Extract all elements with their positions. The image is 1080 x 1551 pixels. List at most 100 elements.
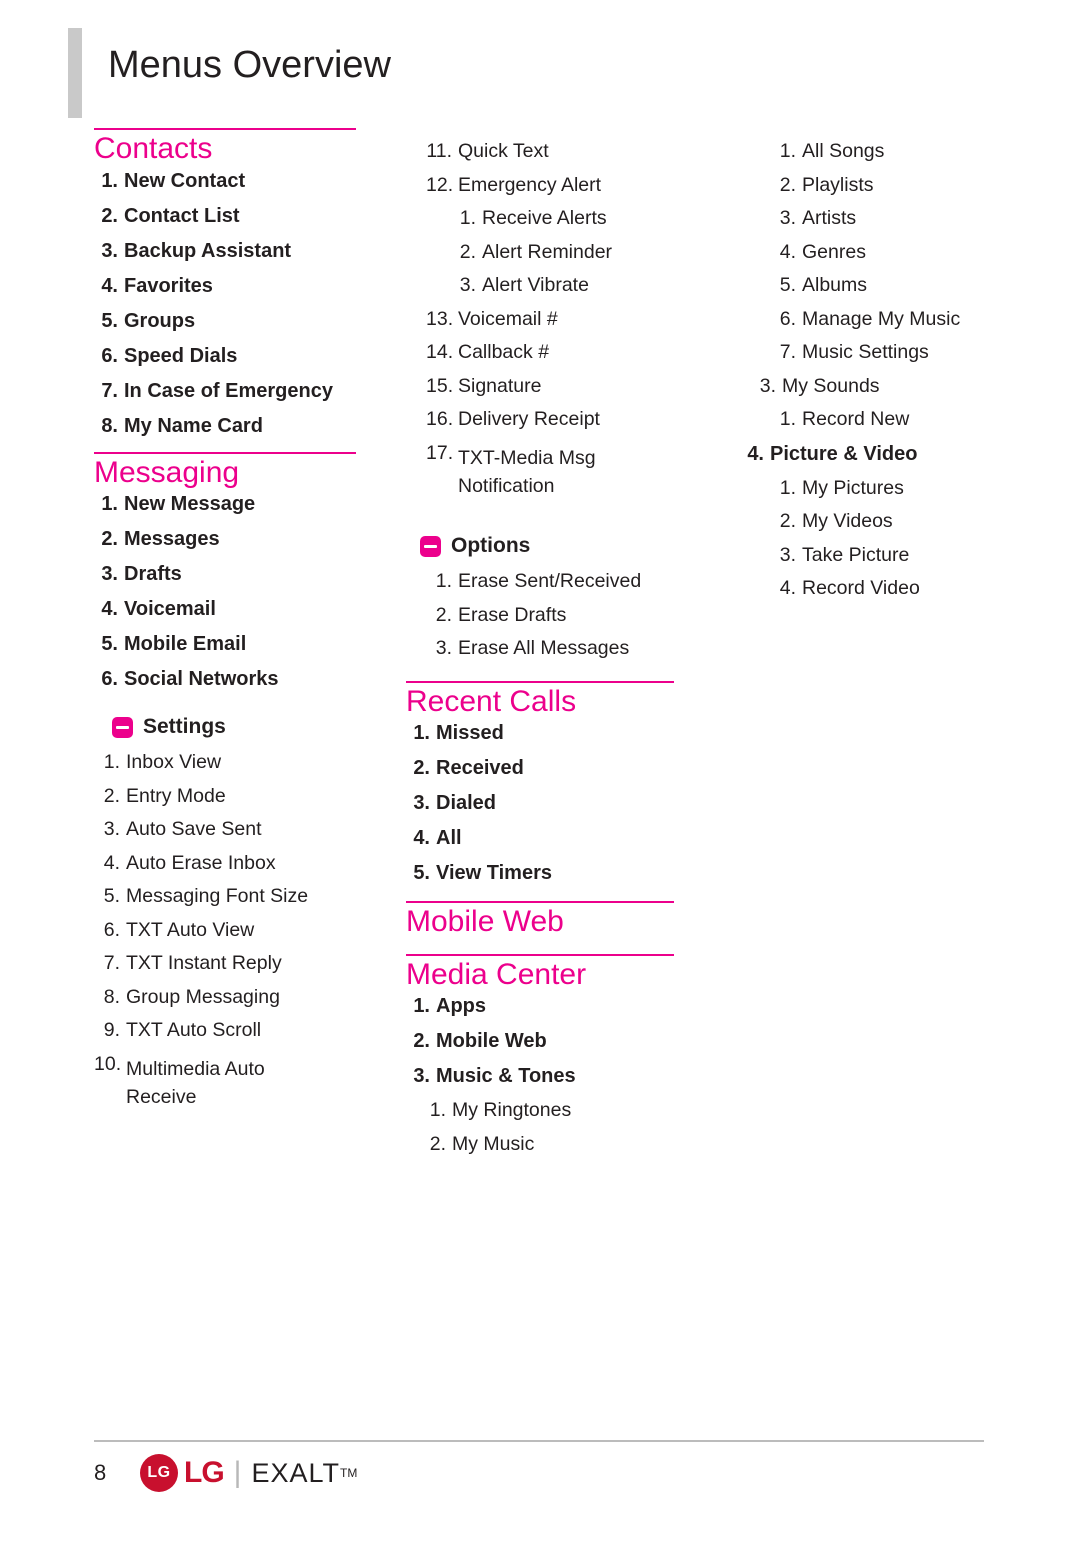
list-item[interactable]: 2. Received xyxy=(406,758,696,778)
item-number: 11. xyxy=(426,140,452,162)
list-item[interactable]: 1. Apps xyxy=(406,996,696,1016)
list-item[interactable]: 4. Record Video xyxy=(770,577,1020,599)
list-item[interactable]: 6. Speed Dials xyxy=(94,346,394,366)
item-number: 3. xyxy=(103,818,120,840)
list-item[interactable]: 3. Music & Tones xyxy=(406,1066,696,1086)
list-item[interactable]: 9. TXT Auto Scroll xyxy=(94,1020,394,1041)
title-accent-bar xyxy=(68,28,82,118)
list-item[interactable]: 5. Albums xyxy=(770,274,1020,296)
list-item[interactable]: 6. Manage My Music xyxy=(770,307,1020,330)
item-number: 4. xyxy=(779,577,796,599)
item-number: 5. xyxy=(413,862,430,885)
item-number: 1. xyxy=(779,476,796,499)
list-item[interactable]: 2. Playlists xyxy=(770,175,1020,196)
list-item[interactable]: 1. Erase Sent/Received xyxy=(426,572,696,592)
subheading-settings[interactable]: Settings xyxy=(94,715,394,739)
list-item[interactable]: 1. Missed xyxy=(406,723,696,743)
list-item[interactable]: 1. My Ringtones xyxy=(406,1101,696,1121)
list-item[interactable]: 1. Inbox View xyxy=(94,751,394,773)
item-label: New Message xyxy=(124,493,256,515)
list-item[interactable]: 4. Auto Erase Inbox xyxy=(94,853,394,874)
list-item[interactable]: 10. Multimedia Auto Receive xyxy=(94,1054,394,1112)
list-item[interactable]: 5. Mobile Email xyxy=(94,634,394,654)
item-label: Record New xyxy=(802,408,910,430)
list-item[interactable]: 2. Messages xyxy=(94,529,394,549)
list-item[interactable]: 3. Alert Vibrate xyxy=(426,274,696,296)
list-item[interactable]: 3. Take Picture xyxy=(770,545,1020,566)
list-item[interactable]: 7. Music Settings xyxy=(770,342,1020,363)
list-item[interactable]: 3. Artists xyxy=(770,208,1020,229)
item-label: Social Networks xyxy=(124,668,279,690)
list-item[interactable]: 15. Signature xyxy=(426,376,696,397)
list-item[interactable]: 17. TXT-Media Msg Notification xyxy=(426,443,696,501)
list-item[interactable]: 4. Picture & Video xyxy=(740,444,1020,464)
list-item[interactable]: 1. My Pictures xyxy=(770,476,1020,499)
item-label: In Case of Emergency xyxy=(124,379,333,402)
list-item[interactable]: 6. TXT Auto View xyxy=(94,920,394,941)
item-number: 12. xyxy=(426,173,454,196)
item-label: Entry Mode xyxy=(126,784,226,807)
item-label: Albums xyxy=(802,274,868,296)
picture-video-group: 4. Picture & Video xyxy=(740,444,1020,464)
subheading-label: Options xyxy=(451,534,531,558)
list-item[interactable]: 14. Callback # xyxy=(426,342,696,363)
list-item[interactable]: 1. Record New xyxy=(770,408,1020,430)
list-item[interactable]: 5. Messaging Font Size xyxy=(94,886,394,907)
list-item[interactable]: 4. All xyxy=(406,828,696,848)
list-item[interactable]: 12. Emergency Alert xyxy=(426,173,696,196)
item-number: 1. xyxy=(413,995,430,1018)
list-item[interactable]: 8. Group Messaging xyxy=(94,985,394,1008)
list-item[interactable]: 2. Entry Mode xyxy=(94,784,394,807)
list-item[interactable]: 7. TXT Instant Reply xyxy=(94,953,394,974)
list-item[interactable]: 2. My Videos xyxy=(770,511,1020,532)
item-label: Auto Save Sent xyxy=(126,818,262,840)
item-label: Drafts xyxy=(124,563,182,585)
list-item[interactable]: 3. Dialed xyxy=(406,793,696,813)
item-label: Apps xyxy=(436,995,486,1018)
list-item[interactable]: 1. New Message xyxy=(94,494,394,514)
section-heading-contacts: Contacts xyxy=(94,132,213,165)
list-item[interactable]: 2. Alert Reminder xyxy=(426,242,696,263)
list-item[interactable]: 6. Social Networks xyxy=(94,669,394,689)
item-label: Alert Vibrate xyxy=(482,274,589,296)
item-label: Received xyxy=(436,757,524,780)
item-number: 2. xyxy=(101,204,118,227)
item-number: 1. xyxy=(779,140,796,162)
item-label: Manage My Music xyxy=(802,307,961,330)
section-heading-messaging: Messaging xyxy=(94,455,240,489)
list-item[interactable]: 8. My Name Card xyxy=(94,416,394,436)
item-label: Erase Sent/Received xyxy=(458,570,642,593)
subheading-options[interactable]: Options xyxy=(406,534,696,558)
list-item[interactable]: 2. Contact List xyxy=(94,206,394,226)
list-item[interactable]: 11. Quick Text xyxy=(426,140,696,162)
list-item[interactable]: 13. Voicemail # xyxy=(426,309,696,330)
item-label: Inbox View xyxy=(126,751,222,773)
list-item[interactable]: 4. Genres xyxy=(770,242,1020,263)
list-item[interactable]: 2. Erase Drafts xyxy=(426,605,696,626)
list-item[interactable]: 7. In Case of Emergency xyxy=(94,381,394,401)
list-item[interactable]: 2. Mobile Web xyxy=(406,1031,696,1051)
list-item[interactable]: 2. My Music xyxy=(406,1134,696,1155)
list-item[interactable]: 5. View Timers xyxy=(406,863,696,883)
item-label: Backup Assistant xyxy=(124,239,292,262)
media-center-list: 1. Apps 2. Mobile Web 3. Music & Tones 1. My… xyxy=(406,996,696,1154)
list-item[interactable]: 3. Erase All Messages xyxy=(426,639,696,659)
list-item[interactable]: 4. Voicemail xyxy=(94,599,394,619)
list-item[interactable]: 1. New Contact xyxy=(94,171,394,191)
list-item[interactable]: 3. My Sounds xyxy=(750,376,1020,397)
item-number: 1. xyxy=(435,570,452,593)
list-item[interactable]: 1. Receive Alerts xyxy=(426,208,696,229)
list-item[interactable]: 16. Delivery Receipt xyxy=(426,409,696,430)
item-number: 2. xyxy=(103,784,120,807)
item-number: 4. xyxy=(747,442,764,465)
list-item[interactable]: 5. Groups xyxy=(94,311,394,331)
list-item[interactable]: 4. Favorites xyxy=(94,276,394,296)
list-item[interactable]: 3. Backup Assistant xyxy=(94,241,394,261)
list-item[interactable]: 3. Drafts xyxy=(94,564,394,584)
item-number: 8. xyxy=(103,985,120,1008)
minus-box-icon xyxy=(112,716,133,738)
model-name: EXALT xyxy=(251,1457,340,1488)
list-item[interactable]: 1. All Songs xyxy=(770,140,1020,162)
section-rule xyxy=(94,451,356,454)
list-item[interactable]: 3. Auto Save Sent xyxy=(94,818,394,840)
